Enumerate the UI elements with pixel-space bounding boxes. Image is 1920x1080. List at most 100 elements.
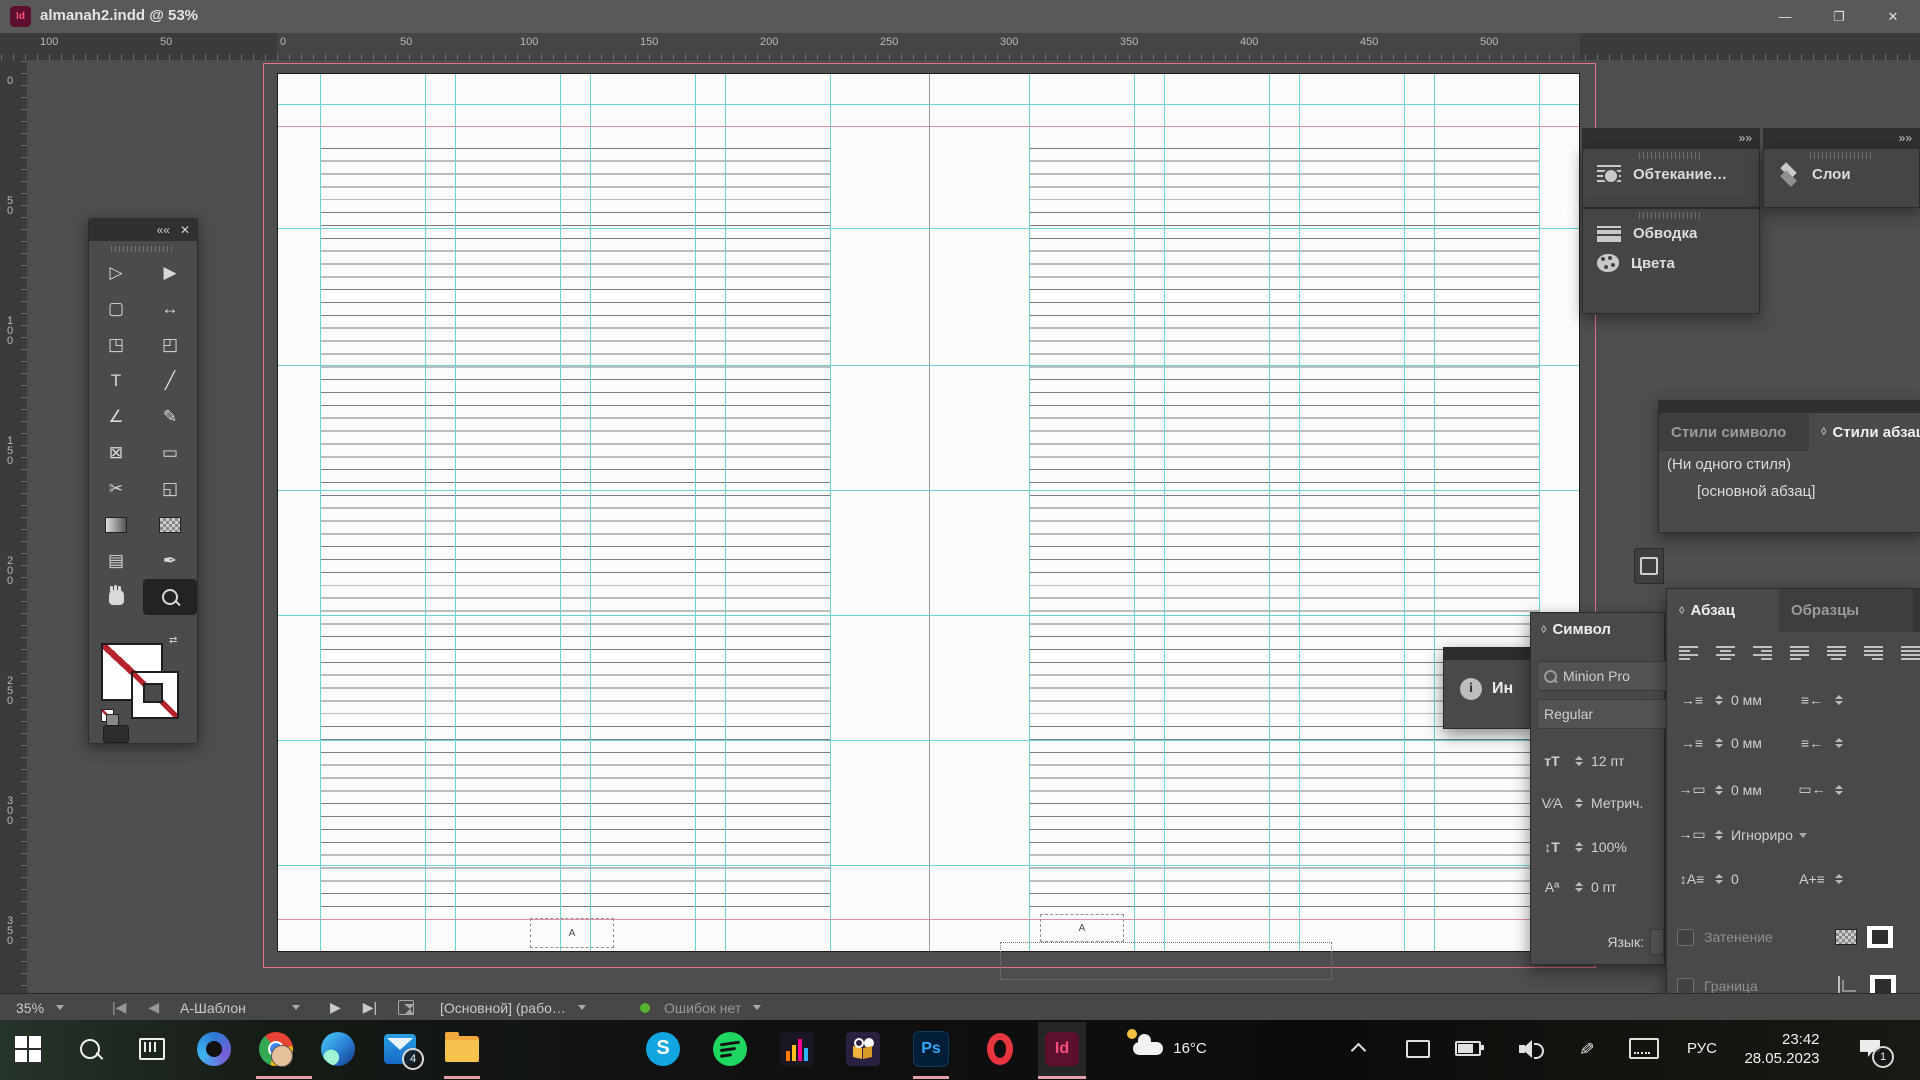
weather-widget[interactable]: 16°C <box>1105 1020 1235 1077</box>
page-spread[interactable] <box>277 73 1580 952</box>
search-button[interactable] <box>66 1020 114 1077</box>
expand-panels-icon[interactable]: »» <box>1739 131 1752 145</box>
column-guide[interactable] <box>725 74 726 951</box>
font-style-field[interactable]: Regular <box>1537 699 1670 729</box>
column-guide[interactable] <box>1269 74 1270 951</box>
notification-center-button[interactable]: 1 <box>1842 1020 1898 1077</box>
tab-swatches[interactable]: Образцы <box>1779 589 1913 632</box>
pencil-tool[interactable]: ✎ <box>143 399 197 435</box>
vertical-scale-stepper[interactable] <box>1571 842 1587 852</box>
baseline-shift-stepper[interactable] <box>1571 882 1587 892</box>
align-to-grid-dropdown[interactable]: Игнориро <box>1731 827 1823 843</box>
start-button[interactable] <box>4 1020 52 1077</box>
first-line-indent-stepper[interactable] <box>1711 738 1727 748</box>
layers-panel-button[interactable]: Слои <box>1764 159 1919 189</box>
minimize-button[interactable]: — <box>1758 0 1812 33</box>
page-dropdown[interactable]: А-Шаблон <box>180 994 300 1021</box>
gradient-tool[interactable] <box>89 507 143 543</box>
style-row-none[interactable]: (Ни одного стиля) <box>1659 451 1920 478</box>
last-page-button[interactable]: ▶| <box>363 999 377 1016</box>
battery-tray-icon[interactable] <box>1448 1020 1488 1077</box>
align-right-button[interactable] <box>1753 646 1772 660</box>
shading-swatch[interactable] <box>1867 926 1893 948</box>
align-to-grid-stepper[interactable] <box>1711 830 1727 840</box>
space-after-stepper[interactable] <box>1831 785 1847 795</box>
left-indent-stepper[interactable] <box>1711 695 1727 705</box>
first-line-indent-value[interactable]: 0 мм <box>1731 735 1793 751</box>
left-indent-value[interactable]: 0 мм <box>1731 692 1793 708</box>
pen-tool[interactable]: ∠ <box>89 399 143 435</box>
column-guide[interactable] <box>455 74 456 951</box>
selection-tool[interactable]: ▷ <box>89 255 143 291</box>
horizontal-guide[interactable] <box>278 365 1579 366</box>
stroke-panel-button[interactable]: Обводка <box>1583 219 1759 248</box>
page-number-marker[interactable]: А <box>1040 914 1124 942</box>
restore-button[interactable]: ❐ <box>1812 0 1866 33</box>
panel-grip[interactable] <box>1639 152 1703 159</box>
dotted-text-frame[interactable] <box>1000 942 1332 980</box>
column-guide[interactable] <box>320 74 321 951</box>
column-guide[interactable] <box>695 74 696 951</box>
column-guide[interactable] <box>590 74 591 951</box>
direct-selection-tool[interactable]: ▶ <box>143 255 197 291</box>
display-tray-icon[interactable] <box>1398 1020 1438 1077</box>
language-field[interactable] <box>1650 929 1664 955</box>
column-guide[interactable] <box>1164 74 1165 951</box>
shading-checkbox[interactable] <box>1677 929 1694 946</box>
first-page-button[interactable]: |◀ <box>112 999 126 1016</box>
docked-panel-icon[interactable] <box>1634 548 1664 584</box>
column-guide[interactable] <box>1134 74 1135 951</box>
task-view-button[interactable] <box>128 1020 176 1077</box>
swap-fill-stroke-icon[interactable]: ⇄ <box>169 635 177 646</box>
loop-app-icon[interactable] <box>190 1020 238 1077</box>
next-page-button[interactable]: ▶ <box>330 999 341 1016</box>
column-guide[interactable] <box>425 74 426 951</box>
indesign-taskbar-icon[interactable]: Id <box>1038 1020 1086 1077</box>
opera-icon[interactable] <box>976 1020 1024 1077</box>
rectangle-tool[interactable]: ▭ <box>143 435 197 471</box>
panel-grip[interactable] <box>111 245 175 253</box>
vertical-ruler[interactable]: 050100150200250300350 <box>0 60 28 993</box>
border-checkbox[interactable] <box>1677 978 1694 995</box>
column-guide[interactable] <box>1404 74 1405 951</box>
text-wrap-panel-button[interactable]: Обтекание… <box>1583 159 1759 189</box>
style-row-basic-paragraph[interactable]: [основной абзац] <box>1659 478 1920 505</box>
collapse-panel-icon[interactable]: «« <box>157 223 170 237</box>
baseline-shift-value[interactable]: 0 пт <box>1591 879 1617 895</box>
preflight-status[interactable]: Ошибок нет <box>640 994 761 1021</box>
photoshop-icon[interactable]: Ps <box>907 1020 955 1077</box>
preflight-profile-dropdown[interactable]: [Основной] (рабо… <box>440 994 586 1021</box>
column-guide[interactable] <box>1434 74 1435 951</box>
page-tool[interactable]: ▢ <box>89 291 143 327</box>
align-left-button[interactable] <box>1679 646 1698 660</box>
deezer-icon[interactable] <box>773 1020 821 1077</box>
tab-paragraph[interactable]: ◊ Абзац <box>1667 589 1779 632</box>
right-indent-stepper[interactable] <box>1831 695 1847 705</box>
panel-grip[interactable] <box>1810 152 1874 159</box>
chrome-icon[interactable] <box>252 1020 300 1077</box>
align-center-button[interactable] <box>1716 646 1735 660</box>
font-family-field[interactable]: Minion Pro <box>1537 661 1670 691</box>
reader-app-icon[interactable] <box>839 1020 887 1077</box>
horizontal-guide[interactable] <box>278 740 1579 741</box>
colors-panel-button[interactable]: Цвета <box>1583 248 1759 278</box>
font-size-stepper[interactable] <box>1571 756 1587 766</box>
horizontal-guide[interactable] <box>278 228 1579 229</box>
hidden-icons-chevron[interactable] <box>1340 1020 1376 1077</box>
last-line-indent-stepper[interactable] <box>1831 738 1847 748</box>
kerning-value[interactable]: Метрич. <box>1591 795 1643 811</box>
type-tool[interactable]: T <box>89 363 143 399</box>
file-explorer-icon[interactable] <box>438 1020 486 1077</box>
justify-all-button[interactable] <box>1901 646 1920 660</box>
volume-tray-icon[interactable] <box>1510 1020 1554 1077</box>
horizontal-guide[interactable] <box>278 615 1579 616</box>
language-indicator[interactable]: РУС <box>1676 1020 1728 1077</box>
line-tool[interactable]: ╱ <box>143 363 197 399</box>
spotify-icon[interactable] <box>706 1020 754 1077</box>
page-turn-icon[interactable] <box>398 1000 414 1015</box>
column-guide[interactable] <box>560 74 561 951</box>
edge-icon[interactable] <box>314 1020 362 1077</box>
notes-tool[interactable]: ▤ <box>89 543 143 579</box>
space-before-value[interactable]: 0 мм <box>1731 782 1793 798</box>
horizontal-ruler[interactable]: 10050050100150200250300350400450500 <box>0 33 1920 61</box>
